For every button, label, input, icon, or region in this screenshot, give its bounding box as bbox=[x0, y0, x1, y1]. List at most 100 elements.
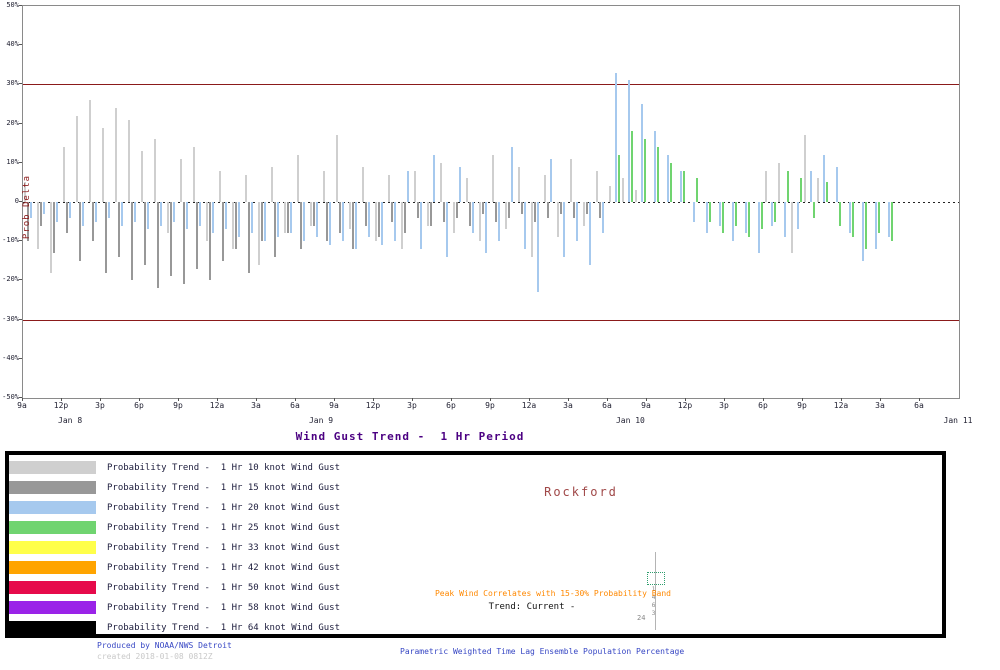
bar-20kt bbox=[394, 202, 396, 241]
bar-20kt bbox=[797, 202, 799, 229]
bar-20kt bbox=[277, 202, 279, 237]
bar-20kt bbox=[329, 202, 331, 245]
bar-25kt bbox=[774, 202, 776, 222]
bar-20kt bbox=[524, 202, 526, 249]
x-tick-mark bbox=[100, 398, 101, 401]
bar-20kt bbox=[173, 202, 175, 222]
inset-hour-label: 24 bbox=[637, 614, 645, 622]
bar-15kt bbox=[235, 202, 237, 249]
x-tick-label: 12p bbox=[54, 401, 68, 410]
bar-10kt bbox=[102, 128, 104, 202]
bar-10kt bbox=[89, 100, 91, 202]
bar-15kt bbox=[209, 202, 211, 280]
bar-20kt bbox=[186, 202, 188, 229]
legend-item-label: Probability Trend - 1 Hr 25 knot Wind Gu… bbox=[107, 523, 340, 533]
bar-15kt bbox=[482, 202, 484, 214]
date-label: Jan 11 bbox=[944, 416, 973, 425]
legend-item-label: Probability Trend - 1 Hr 64 knot Wind Gu… bbox=[107, 623, 340, 633]
x-tick-mark bbox=[451, 398, 452, 401]
bar-20kt bbox=[602, 202, 604, 233]
bar-15kt bbox=[66, 202, 68, 233]
legend-swatch bbox=[9, 561, 96, 574]
bar-20kt bbox=[238, 202, 240, 237]
bar-10kt bbox=[596, 171, 598, 202]
bar-20kt bbox=[316, 202, 318, 237]
bar-20kt bbox=[836, 167, 838, 202]
bar-20kt bbox=[706, 202, 708, 233]
bar-10kt bbox=[284, 202, 286, 233]
bar-20kt bbox=[225, 202, 227, 229]
bar-20kt bbox=[719, 202, 721, 226]
bar-20kt bbox=[290, 202, 292, 233]
x-tick-mark bbox=[256, 398, 257, 401]
x-tick-label: 6p bbox=[758, 401, 768, 410]
bar-20kt bbox=[641, 104, 643, 202]
bar-10kt bbox=[232, 202, 234, 249]
x-tick-label: 9p bbox=[797, 401, 807, 410]
x-tick-label: 3p bbox=[719, 401, 729, 410]
bar-10kt bbox=[245, 175, 247, 202]
y-tick-mark bbox=[19, 162, 22, 163]
bar-10kt bbox=[271, 167, 273, 202]
bar-15kt bbox=[404, 202, 406, 233]
y-axis-label: Prob Delta bbox=[22, 175, 32, 239]
legend-item: Probability Trend - 1 Hr 20 knot Wind Gu… bbox=[9, 498, 509, 518]
bar-20kt bbox=[368, 202, 370, 237]
bar-20kt bbox=[589, 202, 591, 265]
x-tick-mark bbox=[763, 398, 764, 401]
x-tick-label: 6a bbox=[914, 401, 924, 410]
legend-swatch bbox=[9, 521, 96, 534]
bar-20kt bbox=[771, 202, 773, 226]
bar-10kt bbox=[193, 147, 195, 202]
bar-15kt bbox=[430, 202, 432, 226]
bar-20kt bbox=[43, 202, 45, 214]
x-tick-label: 9a bbox=[17, 401, 27, 410]
bar-25kt bbox=[709, 202, 711, 222]
bar-15kt bbox=[586, 202, 588, 214]
y-tick-label: -10% bbox=[0, 237, 19, 244]
bar-20kt bbox=[810, 171, 812, 202]
bar-10kt bbox=[414, 171, 416, 202]
legend-box: Probability Trend - 1 Hr 10 knot Wind Gu… bbox=[5, 451, 946, 638]
inset-probability-band-box bbox=[647, 572, 665, 585]
bar-10kt bbox=[765, 171, 767, 202]
bar-10kt bbox=[557, 202, 559, 237]
legend-item-label: Probability Trend - 1 Hr 20 knot Wind Gu… bbox=[107, 503, 340, 513]
bar-20kt bbox=[485, 202, 487, 253]
bar-15kt bbox=[196, 202, 198, 269]
bar-10kt bbox=[531, 202, 533, 257]
bar-25kt bbox=[748, 202, 750, 237]
legend-item: Probability Trend - 1 Hr 15 knot Wind Gu… bbox=[9, 478, 509, 498]
bar-20kt bbox=[576, 202, 578, 241]
bar-20kt bbox=[498, 202, 500, 241]
bar-15kt bbox=[326, 202, 328, 241]
bar-20kt bbox=[381, 202, 383, 245]
bar-15kt bbox=[40, 202, 42, 226]
bar-20kt bbox=[875, 202, 877, 249]
footer-method: Parametric Weighted Time Lag Ensemble Po… bbox=[400, 647, 684, 656]
y-tick-mark bbox=[19, 358, 22, 359]
legend-swatch bbox=[9, 541, 96, 554]
bar-20kt bbox=[95, 202, 97, 222]
x-tick-label: 6a bbox=[602, 401, 612, 410]
bar-20kt bbox=[69, 202, 71, 218]
bar-15kt bbox=[495, 202, 497, 222]
threshold-line-lower bbox=[23, 320, 959, 321]
bar-15kt bbox=[456, 202, 458, 218]
date-label: Jan 8 bbox=[58, 416, 82, 425]
x-tick-label: 3p bbox=[95, 401, 105, 410]
bar-15kt bbox=[118, 202, 120, 257]
bar-15kt bbox=[521, 202, 523, 214]
bar-20kt bbox=[784, 202, 786, 237]
bar-10kt bbox=[453, 202, 455, 233]
chart-title: Wind Gust Trend - 1 Hr Period bbox=[0, 430, 820, 443]
x-tick-label: 12a bbox=[210, 401, 224, 410]
x-tick-label: 12p bbox=[678, 401, 692, 410]
trend-current-note: Trend: Current - bbox=[432, 602, 632, 612]
x-tick-mark bbox=[178, 398, 179, 401]
bar-10kt bbox=[817, 178, 819, 202]
bar-20kt bbox=[888, 202, 890, 237]
bar-20kt bbox=[264, 202, 266, 241]
bar-15kt bbox=[378, 202, 380, 237]
bar-20kt bbox=[758, 202, 760, 253]
